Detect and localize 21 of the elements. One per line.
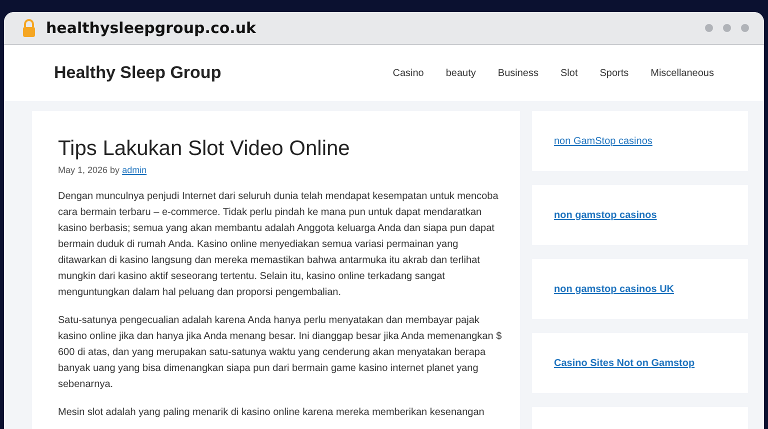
nav-link[interactable]: Miscellaneous [650, 68, 714, 78]
author-link[interactable]: admin [122, 165, 147, 175]
nav-link[interactable]: Sports [600, 68, 629, 78]
article-paragraph: Dengan munculnya penjudi Internet dari seluruh dunia telah mendapat kesempatan untuk mencoba cara bermain terbaru – e-commerce. Tidak perlu pindah ke mana pun untuk dapat mendaratkan kasino berbasis; semua yang akan membantu adalah Anggota keluarga Anda dan siapa pun dapat bermain duduk di rumah Anda. Kasino online menyediakan semua variasi permainan yang ditawarkan di kasino langsung dan mereka memastikan bahwa antarmuka itu akrab dan terlihat mungkin dari kasino aktif seseorang tertentu. Selain itu, kasino online terkadang sangat menguntungkan dalam hal peluang dan proporsi pengembalian. [58, 190, 500, 300]
sidebar-link[interactable]: non gamstop casinos UK [554, 284, 674, 294]
article-title: Tips Lakukan Slot Video Online [58, 137, 351, 161]
nav-link[interactable]: Casino [392, 68, 424, 78]
sidebar-link[interactable]: Casino Sites Not on Gamstop [554, 358, 695, 368]
url-text: healthysleepgroup.co.uk [46, 19, 257, 37]
nav-link[interactable]: beauty [446, 68, 476, 78]
sidebar-link[interactable]: non GamStop casinos [554, 136, 652, 146]
byline-text: by [110, 165, 120, 175]
article-paragraph: Mesin slot adalah yang paling menarik di kasino online karena mereka memberikan kesenangan [58, 406, 486, 420]
nav-link[interactable]: Slot [560, 68, 578, 78]
article-paragraph: Satu-satunya pengecualian adalah karena Anda hanya perlu menyatakan dan membayar pajak kasino online jika dan hanya jika Anda menang besar. Ini dianggap besar jika Anda memenangkan $ 600 di atas, dan yang merupakan satu-satunya waktu yang cenderung akan menyatakan berapa banyak uang yang bisa dimenangkan siapa pun dari bermain game kasino internet planet yang sebenarnya. [58, 314, 502, 392]
window-dots-icon [704, 23, 750, 33]
post-date: May 1, 2026 [58, 165, 108, 175]
padlock-icon [22, 19, 36, 37]
site-title[interactable]: Healthy Sleep Group [54, 63, 222, 83]
nav-link[interactable]: Business [498, 68, 538, 78]
sidebar-link[interactable]: non gamstop casinos [554, 210, 657, 220]
